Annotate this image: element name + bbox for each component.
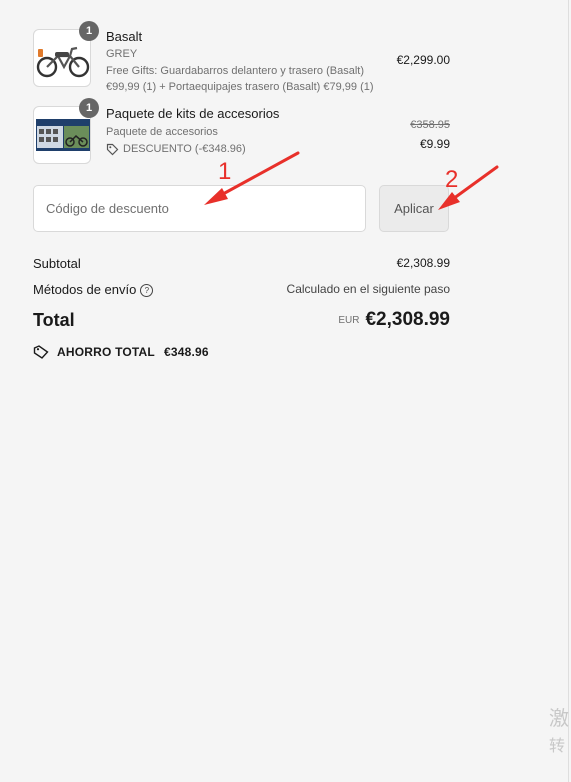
shipping-label: Métodos de envío [33,282,137,297]
item-discount: DESCUENTO (-€348.96) [106,141,386,157]
item-variant: Paquete de accesorios [106,126,218,138]
item-info: Basalt GREY Free Gifts: Guardabarros del… [106,29,386,95]
total-label: Total [33,310,75,330]
subtotal-row: Subtotal €2,308.99 [33,256,450,272]
quantity-badge: 1 [79,98,99,118]
annotation-label-1: 1 [218,158,232,185]
item-info: Paquete de kits de accesorios Paquete de… [106,106,386,157]
total-value: €2,308.99 [365,309,450,330]
question-circle-icon[interactable]: ? [140,284,154,297]
item-price: €9.99 [419,137,450,151]
item-variant: GREY [106,48,138,60]
discount-code-input[interactable] [33,185,366,232]
total-savings: AHORRO TOTAL €348.96 [33,345,209,359]
cart-item-basalt: 1 Basalt GREY Free Gifts: Guardabarros d… [33,21,450,93]
discount-label: DESCUENTO (-€348.96) [123,143,246,155]
item-price: €2,299.00 [396,53,450,67]
shipping-label-wrap: Métodos de envío? [33,282,154,297]
shipping-row: Métodos de envío? Calculado en el siguie… [33,282,450,298]
currency-code: EUR [338,315,360,326]
item-original-price: €358.95 [410,119,450,131]
tag-icon [33,345,49,359]
item-name: Basalt [106,29,143,44]
product-thumbnail: 1 [33,98,99,164]
watermark-line-2: 转 [549,738,566,755]
item-gift-line-1: Free Gifts: Guardabarros delantero y tra… [106,65,364,77]
savings-label: AHORRO TOTAL [57,345,155,359]
item-gift-line-2: €99,99 (1) + Portaequipajes trasero (Bas… [106,81,374,93]
subtotal-label: Subtotal [33,256,81,271]
total-value-wrap: EUR €2,308.99 [338,309,450,331]
quantity-badge: 1 [79,21,99,41]
savings-value: €348.96 [163,345,209,359]
cart-item-accessory-kit: 1 Paquete de kits de accesorios Paquete … [33,98,450,166]
shipping-value: Calculado en el siguiente paso [286,282,450,296]
subtotal-value: €2,308.99 [396,256,450,270]
apply-discount-button[interactable]: Aplicar [379,185,449,232]
right-border [568,0,569,782]
tag-icon [106,143,119,155]
product-thumbnail: 1 [33,21,99,87]
annotation-label-2: 2 [445,166,459,193]
item-name: Paquete de kits de accesorios [106,106,280,121]
watermark-line-1: 激 [549,708,569,730]
